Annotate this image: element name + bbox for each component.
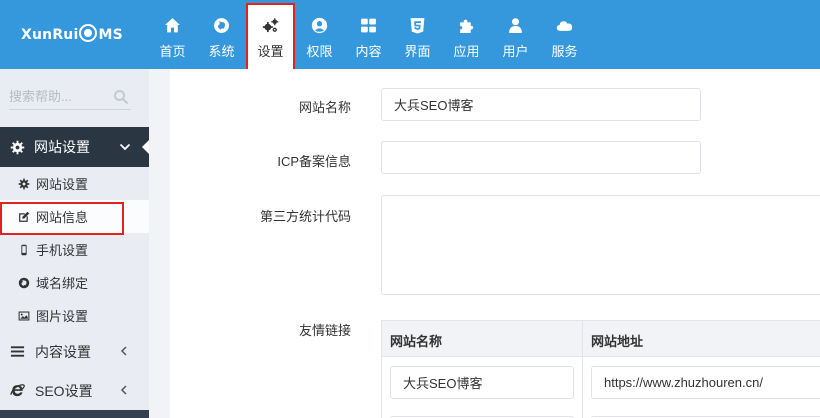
sidebar-item-label: 网站信息 [36,210,89,225]
chevron-down-icon [119,143,131,151]
user-icon [507,16,525,34]
table-header: 网站名称 网站地址 [382,321,820,357]
grid-icon [360,16,378,34]
site-name-input[interactable] [381,88,701,121]
sidebar-item-site-settings[interactable]: 网站设置 [0,167,149,200]
sidebar-submenu: 网站设置 网站信息 手机设置 域名绑定 图片设置 内容设置 SEO设置 [0,167,149,410]
logo-drop-icon [79,23,98,42]
sidebar-item-image[interactable]: 图片设置 [0,299,149,332]
sidebar-item-label: 手机设置 [36,243,89,258]
cog-icon [10,140,25,154]
globe-icon [213,16,231,34]
list-icon [9,344,25,360]
search-icon[interactable] [113,89,129,105]
sidebar-search [0,69,149,127]
cog-icon [17,177,30,190]
nav-label: 权限 [306,44,333,59]
logo-text-pre: XunRui [21,26,79,43]
nav-label: 系统 [208,44,235,59]
friend-links-label: 友情链接 [298,323,351,338]
sidebar-item-mobile[interactable]: 手机设置 [0,233,149,266]
html5-icon [409,16,427,34]
column-divider [582,321,583,418]
link-url-input[interactable] [591,366,820,399]
nav-label: 首页 [159,44,186,59]
sidebar-menu-label: SEO设置 [35,382,93,399]
nav-item-permissions[interactable]: 权限 [295,0,344,69]
column-header-url: 网站地址 [591,334,644,349]
sidebar: 网站设置 网站设置 网站信息 手机设置 域名绑定 图片设置 内容设置 [0,69,150,418]
sidebar-menu-seo-settings[interactable]: SEO设置 [0,371,149,410]
sidebar-menu-label: 网站设置 [34,139,90,155]
logo[interactable]: XunRui MS [0,0,148,69]
globe-icon [17,276,30,289]
internet-explorer-icon [9,383,25,399]
chevron-left-icon [120,385,127,395]
friend-links-table: 网站名称 网站地址 [381,320,820,418]
nav-label: 服务 [551,44,578,59]
puzzle-icon [458,16,476,34]
nav-label: 应用 [453,44,480,59]
sidebar-item-label: 图片设置 [36,309,89,324]
home-icon [164,16,182,34]
top-nav: 首页 系统 设置 权限 内容 界面 应用 用户 服务 [148,0,589,72]
stats-code-textarea[interactable] [381,195,820,295]
cloud-icon [556,16,574,34]
column-header-name: 网站名称 [390,334,443,349]
nav-item-services[interactable]: 服务 [540,0,589,69]
top-header: XunRui MS 首页 系统 设置 权限 内容 界面 应用 用户 服务 [0,0,820,72]
nav-item-interface[interactable]: 界面 [393,0,442,69]
icp-label: ICP备案信息 [277,154,351,169]
sidebar-item-label: 网站设置 [36,177,89,192]
icp-input[interactable] [381,141,701,174]
mobile-icon [17,243,30,256]
main-content: 网站名称 ICP备案信息 第三方统计代码 友情链接 网站名称 网站地址 [149,69,820,418]
nav-item-apps[interactable]: 应用 [442,0,491,69]
nav-item-settings[interactable]: 设置 [246,3,295,72]
sidebar-menu-site-settings[interactable]: 网站设置 [0,127,150,167]
nav-item-system[interactable]: 系统 [197,0,246,69]
nav-label: 设置 [257,44,284,59]
edit-icon [17,210,30,223]
nav-item-home[interactable]: 首页 [148,0,197,69]
nav-label: 界面 [404,44,431,59]
sidebar-item-site-info[interactable]: 网站信息 [0,200,149,235]
link-name-input[interactable] [390,366,574,399]
site-name-label: 网站名称 [298,100,351,115]
sidebar-item-label: 域名绑定 [36,276,89,291]
sidebar-item-domain[interactable]: 域名绑定 [0,266,149,299]
chevron-left-icon [120,346,127,356]
nav-item-content[interactable]: 内容 [344,0,393,69]
nav-item-users[interactable]: 用户 [491,0,540,69]
nav-label: 用户 [502,44,529,59]
user-circle-icon [311,16,329,34]
cogs-icon [262,16,280,34]
sidebar-menu-content-settings[interactable]: 内容设置 [0,332,149,371]
nav-label: 内容 [355,44,382,59]
image-icon [17,309,30,322]
stats-code-label: 第三方统计代码 [259,209,351,224]
sidebar-menu-label: 内容设置 [35,343,91,360]
logo-text-post: MS [98,26,123,43]
